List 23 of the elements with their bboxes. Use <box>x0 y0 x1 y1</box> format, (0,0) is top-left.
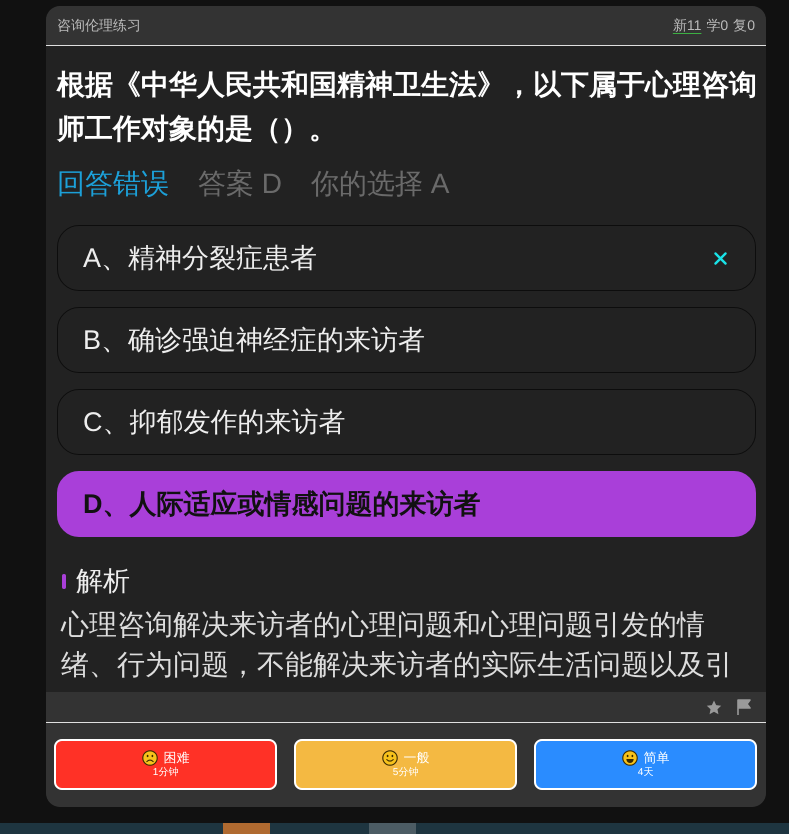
cross-icon <box>714 252 727 264</box>
deck-title: 咨询伦理练习 <box>57 16 141 35</box>
count-label[interactable]: 新11 <box>672 15 702 36</box>
section-marker <box>62 574 66 588</box>
answer-label: 答案 D <box>198 167 282 201</box>
explanation-text: 心理咨询解决来访者的心理问题和心理问题引发的情绪、行为问题，不能解决来访者的实际生活问题以及引 <box>61 608 734 682</box>
count-label[interactable]: 复0 <box>733 15 755 36</box>
question-text: 根据《中华人民共和国精神卫生法》，以下属于心理咨询师工作对象的是（）。 <box>57 68 758 146</box>
grinning-face-icon <box>622 750 638 766</box>
answer-option[interactable]: D、人际适应或情感问题的来访者 <box>57 471 756 537</box>
frowning-face-icon <box>142 750 158 766</box>
flag-icon[interactable] <box>737 699 751 715</box>
choice-label: 你的选择 A <box>311 167 450 201</box>
star-icon[interactable] <box>706 700 722 714</box>
rating-button[interactable]: 简单 4天 <box>534 739 757 790</box>
answer-option[interactable]: B、确诊强迫神经症的来访者 <box>57 307 756 373</box>
answer-option[interactable]: C、抑郁发作的来访者 <box>57 389 756 455</box>
count-label[interactable]: 学0 <box>706 15 728 36</box>
result-label: 回答错误 <box>57 167 169 201</box>
explanation-heading: 解析 <box>76 565 130 598</box>
smiling-face-icon <box>382 750 398 766</box>
answer-option[interactable]: A、精神分裂症患者 <box>57 225 756 291</box>
rating-button[interactable]: 困难 1分钟 <box>54 739 277 790</box>
